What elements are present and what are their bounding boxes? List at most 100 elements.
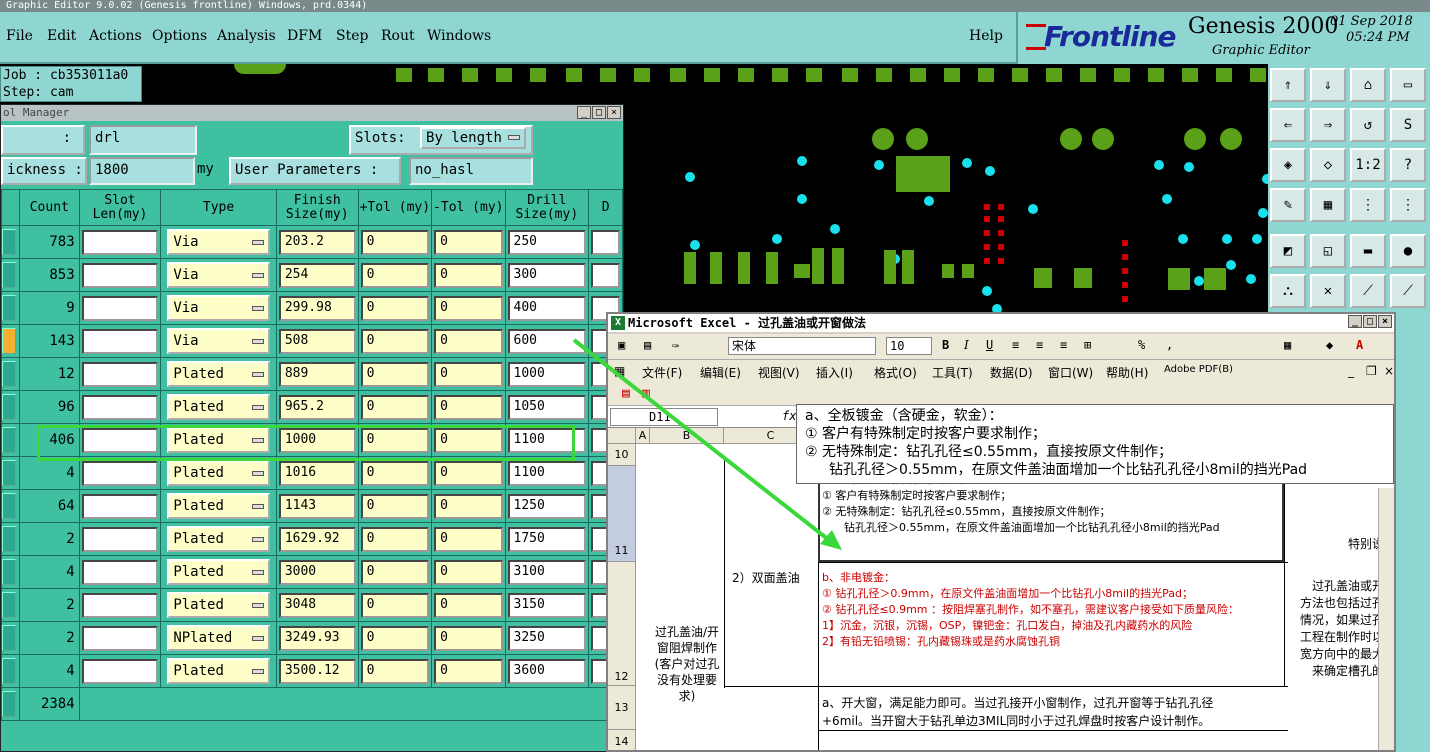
col-plus-tol[interactable]: +Tol (my) (357, 189, 433, 226)
home-icon[interactable]: ⌂ (1350, 68, 1386, 102)
minus-tol-input[interactable]: 0 (434, 592, 503, 618)
table-row[interactable]: 64 Plated 1143 0 0 1250 (1, 489, 623, 523)
italic-icon[interactable]: I (964, 338, 969, 352)
col-minus-tol[interactable]: -Tol (my) (431, 189, 506, 226)
brush-icon[interactable]: ✑ (672, 338, 679, 352)
zoom-in-icon[interactable]: ◈ (1270, 148, 1306, 182)
col-slot-len[interactable]: Slot Len(my) (78, 189, 162, 226)
bold-icon[interactable]: B (942, 338, 949, 352)
borders-icon[interactable]: ▦ (1284, 338, 1291, 352)
table-row[interactable]: 9 Via 299.98 0 0 400 (1, 291, 623, 325)
row-header-12[interactable]: 12 (608, 562, 636, 686)
minus-tol-input[interactable]: 0 (434, 493, 503, 519)
menu-windows[interactable]: Windows (427, 28, 491, 44)
plus-tol-input[interactable]: 0 (360, 526, 430, 552)
col-header-a[interactable]: A (636, 428, 650, 444)
plus-tol-input[interactable]: 0 (360, 658, 430, 684)
zoom-fit-icon[interactable]: ↺ (1350, 108, 1386, 142)
netlist-icon[interactable]: ⋮ (1350, 188, 1386, 222)
finish-size-input[interactable]: 3000 (278, 559, 356, 585)
finish-size-input[interactable]: 254 (278, 262, 356, 288)
grid-icon[interactable]: ▦ (1310, 188, 1346, 222)
excel-minimize-icon[interactable]: _ (1348, 315, 1362, 328)
slot-len-input[interactable] (81, 295, 159, 321)
vertical-scrollbar[interactable] (1378, 488, 1394, 750)
pad-icon[interactable]: ● (1390, 234, 1426, 268)
slot-len-input[interactable] (81, 262, 159, 288)
type-dropdown[interactable]: Via (167, 328, 270, 354)
align-left-icon[interactable]: ≡ (1012, 338, 1019, 352)
drill-size-input[interactable]: 250 (507, 229, 587, 255)
finish-size-input[interactable]: 299.98 (278, 295, 356, 321)
type-dropdown[interactable]: Plated (167, 559, 270, 585)
row-select-button[interactable] (2, 559, 16, 585)
menu-actions[interactable]: Actions (89, 28, 142, 44)
table-row[interactable]: 4 Plated 1016 0 0 1100 (1, 456, 623, 490)
menu-help[interactable]: Help (969, 28, 1003, 44)
user-params-field[interactable]: no_hasl (409, 157, 533, 185)
minus-tol-input[interactable]: 0 (434, 526, 503, 552)
zoom-home-icon[interactable]: ⇑ (1270, 68, 1306, 102)
excel-maximize-icon[interactable]: □ (1363, 315, 1377, 328)
excel-menu-icon[interactable]: ▦ (614, 364, 625, 378)
pan-left-icon[interactable]: ⇐ (1270, 108, 1306, 142)
minus-tol-input[interactable]: 0 (434, 361, 503, 387)
convert-pdf-icon[interactable]: ▤ (622, 386, 630, 401)
d-input[interactable] (591, 229, 620, 255)
row-select-button[interactable] (2, 361, 16, 387)
slot-len-input[interactable] (81, 559, 159, 585)
netlist2-icon[interactable]: ⋮ (1390, 188, 1426, 222)
plus-tol-input[interactable]: 0 (360, 394, 430, 420)
menu-edit[interactable]: Edit (47, 28, 76, 44)
row-select-button[interactable] (2, 328, 16, 354)
connect-icon[interactable]: ⛬ (1270, 274, 1306, 308)
line-icon[interactable]: ⟋ (1350, 274, 1386, 308)
percent-icon[interactable]: % (1138, 338, 1145, 352)
excel-menu-file[interactable]: 文件(F) (642, 364, 682, 381)
finish-size-input[interactable]: 1629.92 (278, 526, 356, 552)
maximize-icon[interactable]: □ (592, 106, 606, 119)
underline-icon[interactable]: U (986, 338, 993, 352)
type-dropdown[interactable]: Via (167, 295, 270, 321)
drill-size-input[interactable]: 3250 (507, 625, 587, 651)
row-select-button[interactable] (2, 394, 16, 420)
excel-menu-format[interactable]: 格式(O) (874, 364, 917, 381)
zoom-out-icon[interactable]: ◇ (1310, 148, 1346, 182)
name-box[interactable]: D11 (610, 408, 718, 426)
thickness-field[interactable]: 1800 (89, 157, 195, 185)
fx-icon[interactable]: fx (782, 409, 796, 423)
plus-tol-input[interactable]: 0 (360, 460, 430, 486)
slot-len-input[interactable] (81, 526, 159, 552)
plus-tol-input[interactable]: 0 (360, 592, 430, 618)
col-count[interactable]: Count (18, 189, 80, 226)
row-select-button[interactable] (2, 460, 16, 486)
plus-tol-input[interactable]: 0 (360, 361, 430, 387)
finish-size-input[interactable]: 965.2 (278, 394, 356, 420)
pan-right-icon[interactable]: ⇒ (1310, 108, 1346, 142)
drill-size-input[interactable]: 3150 (507, 592, 587, 618)
slot-len-input[interactable] (81, 361, 159, 387)
row-header-13[interactable]: 13 (608, 686, 636, 730)
minus-tol-input[interactable]: 0 (434, 559, 503, 585)
minus-tol-input[interactable]: 0 (434, 394, 503, 420)
zoom-down-icon[interactable]: ⇓ (1310, 68, 1346, 102)
font-name-select[interactable]: 宋体 (728, 337, 876, 355)
type-dropdown[interactable]: Plated (167, 460, 270, 486)
excel-doc-restore-icon[interactable]: ❐ (1366, 364, 1377, 378)
total-select-button[interactable] (2, 691, 16, 717)
slot-len-input[interactable] (81, 625, 159, 651)
scale-1to2-icon[interactable]: 1:2 (1350, 148, 1386, 182)
drill-size-input[interactable]: 1750 (507, 526, 587, 552)
excel-doc-minimize-icon[interactable]: _ (1348, 364, 1354, 378)
finish-size-input[interactable]: 3500.12 (278, 658, 356, 684)
table-row[interactable]: 2 Plated 1629.92 0 0 1750 (1, 522, 623, 556)
excel-menu-data[interactable]: 数据(D) (990, 364, 1033, 381)
minus-tol-input[interactable]: 0 (434, 295, 503, 321)
fill-color-icon[interactable]: ◆ (1326, 338, 1333, 352)
table-row[interactable]: 783 Via 203.2 0 0 250 (1, 225, 623, 259)
menu-analysis[interactable]: Analysis (217, 28, 276, 44)
minus-tol-input[interactable]: 0 (434, 328, 503, 354)
finish-size-input[interactable]: 508 (278, 328, 356, 354)
excel-menu-adobe-pdf[interactable]: Adobe PDF(B) (1164, 364, 1233, 375)
menu-file[interactable]: File (6, 28, 33, 44)
